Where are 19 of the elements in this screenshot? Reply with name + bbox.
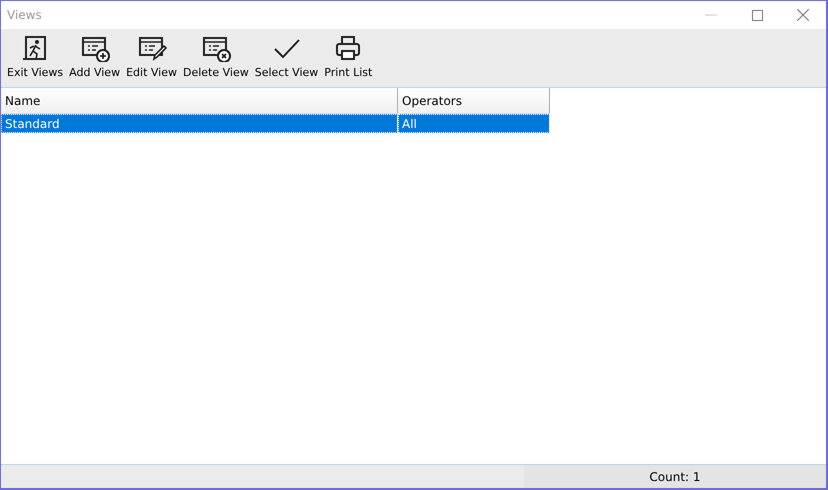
list-add-icon (80, 34, 110, 62)
table-cell: All (398, 114, 550, 133)
toolbar-button[interactable]: Print List (321, 29, 376, 79)
table-cell: Standard (1, 114, 398, 133)
maximize-icon (752, 10, 762, 20)
toolbar-button[interactable]: Edit View (123, 29, 180, 79)
window-title: Views (7, 8, 43, 22)
toolbar-button[interactable]: Add View (66, 29, 124, 79)
toolbar-button[interactable]: Select View (252, 29, 322, 79)
minimize-icon (705, 14, 717, 16)
column-header[interactable]: Name (1, 88, 398, 114)
table-row[interactable]: Standard All (1, 114, 550, 133)
record-count: Count: 1 (524, 465, 826, 488)
list-remove-icon (200, 34, 231, 62)
toolbar-button[interactable]: Exit Views (4, 29, 66, 79)
close-icon (797, 9, 809, 21)
column-header[interactable]: Operators (398, 88, 550, 114)
toolbar-button[interactable]: Delete View (180, 29, 252, 79)
list-pencil-icon (136, 34, 167, 62)
